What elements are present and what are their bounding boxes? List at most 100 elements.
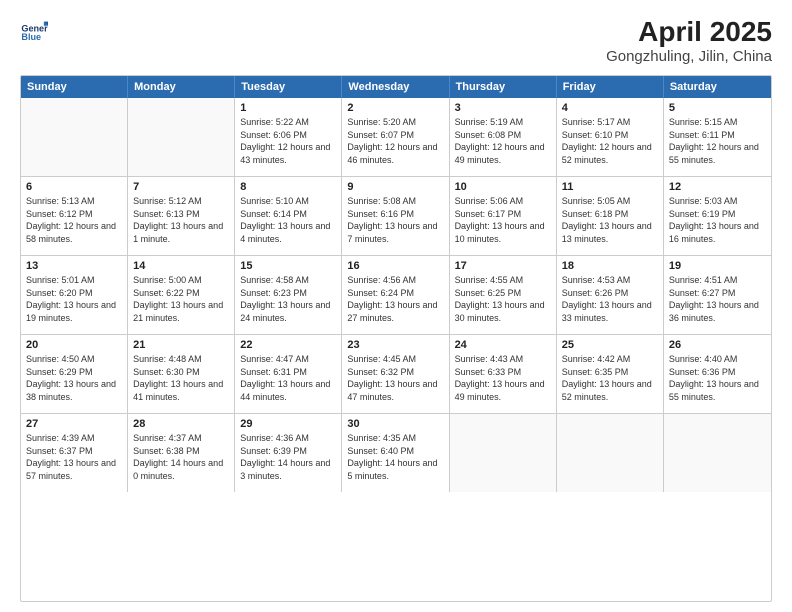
day-number: 2 <box>347 102 443 114</box>
day-info: Sunrise: 5:19 AM Sunset: 6:08 PM Dayligh… <box>455 116 551 166</box>
day-info: Sunrise: 5:08 AM Sunset: 6:16 PM Dayligh… <box>347 195 443 245</box>
day-info: Sunrise: 4:50 AM Sunset: 6:29 PM Dayligh… <box>26 353 122 403</box>
day-info: Sunrise: 5:12 AM Sunset: 6:13 PM Dayligh… <box>133 195 229 245</box>
calendar-cell-w3-d3: 15 Sunrise: 4:58 AM Sunset: 6:23 PM Dayli… <box>235 256 342 334</box>
calendar-cell-w1-d3: 1 Sunrise: 5:22 AM Sunset: 6:06 PM Daylig… <box>235 98 342 176</box>
calendar-cell-w2-d2: 7 Sunrise: 5:12 AM Sunset: 6:13 PM Daylig… <box>128 177 235 255</box>
calendar-week-4: 20 Sunrise: 4:50 AM Sunset: 6:29 PM Dayli… <box>21 335 771 414</box>
calendar-cell-w4-d7: 26 Sunrise: 4:40 AM Sunset: 6:36 PM Dayli… <box>664 335 771 413</box>
dow-sunday: Sunday <box>21 76 128 98</box>
day-number: 4 <box>562 102 658 114</box>
day-info: Sunrise: 5:17 AM Sunset: 6:10 PM Dayligh… <box>562 116 658 166</box>
page-title: April 2025 <box>606 16 772 48</box>
dow-saturday: Saturday <box>664 76 771 98</box>
calendar-cell-w2-d7: 12 Sunrise: 5:03 AM Sunset: 6:19 PM Dayli… <box>664 177 771 255</box>
day-number: 8 <box>240 181 336 193</box>
day-info: Sunrise: 5:10 AM Sunset: 6:14 PM Dayligh… <box>240 195 336 245</box>
calendar-week-2: 6Sunrise: 5:13 AM Sunset: 6:12 PM Daylig… <box>21 177 771 256</box>
day-number: 20 <box>26 339 122 351</box>
calendar-cell-w5-d5 <box>450 414 557 492</box>
day-number: 13 <box>26 260 122 272</box>
calendar-cell-w5-d1: 27Sunrise: 4:39 AM Sunset: 6:37 PM Dayli… <box>21 414 128 492</box>
day-info: Sunrise: 5:00 AM Sunset: 6:22 PM Dayligh… <box>133 274 229 324</box>
day-info: Sunrise: 4:53 AM Sunset: 6:26 PM Dayligh… <box>562 274 658 324</box>
page-header: General Blue April 2025 Gongzhuling, Jil… <box>20 16 772 65</box>
calendar-cell-w4-d2: 21 Sunrise: 4:48 AM Sunset: 6:30 PM Dayli… <box>128 335 235 413</box>
day-number: 24 <box>455 339 551 351</box>
day-number: 14 <box>133 260 229 272</box>
calendar-cell-w3-d7: 19 Sunrise: 4:51 AM Sunset: 6:27 PM Dayli… <box>664 256 771 334</box>
logo: General Blue <box>20 16 48 44</box>
day-number: 12 <box>669 181 766 193</box>
day-info: Sunrise: 4:39 AM Sunset: 6:37 PM Dayligh… <box>26 432 122 482</box>
day-info: Sunrise: 5:20 AM Sunset: 6:07 PM Dayligh… <box>347 116 443 166</box>
day-info: Sunrise: 4:51 AM Sunset: 6:27 PM Dayligh… <box>669 274 766 324</box>
day-info: Sunrise: 4:36 AM Sunset: 6:39 PM Dayligh… <box>240 432 336 482</box>
calendar-cell-w2-d1: 6Sunrise: 5:13 AM Sunset: 6:12 PM Daylig… <box>21 177 128 255</box>
day-info: Sunrise: 4:58 AM Sunset: 6:23 PM Dayligh… <box>240 274 336 324</box>
day-number: 19 <box>669 260 766 272</box>
calendar-cell-w3-d2: 14 Sunrise: 5:00 AM Sunset: 6:22 PM Dayli… <box>128 256 235 334</box>
day-number: 17 <box>455 260 551 272</box>
day-number: 23 <box>347 339 443 351</box>
title-block: April 2025 Gongzhuling, Jilin, China <box>606 16 772 65</box>
calendar-cell-w1-d4: 2 Sunrise: 5:20 AM Sunset: 6:07 PM Daylig… <box>342 98 449 176</box>
day-number: 10 <box>455 181 551 193</box>
day-info: Sunrise: 5:01 AM Sunset: 6:20 PM Dayligh… <box>26 274 122 324</box>
day-number: 7 <box>133 181 229 193</box>
calendar-cell-w4-d5: 24 Sunrise: 4:43 AM Sunset: 6:33 PM Dayli… <box>450 335 557 413</box>
day-info: Sunrise: 4:45 AM Sunset: 6:32 PM Dayligh… <box>347 353 443 403</box>
day-info: Sunrise: 4:35 AM Sunset: 6:40 PM Dayligh… <box>347 432 443 482</box>
calendar-cell-w4-d4: 23 Sunrise: 4:45 AM Sunset: 6:32 PM Dayli… <box>342 335 449 413</box>
calendar-cell-w2-d4: 9 Sunrise: 5:08 AM Sunset: 6:16 PM Daylig… <box>342 177 449 255</box>
calendar-cell-w5-d6 <box>557 414 664 492</box>
calendar: Sunday Monday Tuesday Wednesday Thursday… <box>20 75 772 602</box>
calendar-cell-w1-d5: 3 Sunrise: 5:19 AM Sunset: 6:08 PM Daylig… <box>450 98 557 176</box>
day-number: 11 <box>562 181 658 193</box>
calendar-cell-w5-d4: 30Sunrise: 4:35 AM Sunset: 6:40 PM Dayli… <box>342 414 449 492</box>
day-number: 16 <box>347 260 443 272</box>
day-number: 1 <box>240 102 336 114</box>
dow-wednesday: Wednesday <box>342 76 449 98</box>
calendar-cell-w2-d3: 8 Sunrise: 5:10 AM Sunset: 6:14 PM Daylig… <box>235 177 342 255</box>
calendar-week-1: 1 Sunrise: 5:22 AM Sunset: 6:06 PM Daylig… <box>21 98 771 177</box>
day-info: Sunrise: 5:15 AM Sunset: 6:11 PM Dayligh… <box>669 116 766 166</box>
calendar-cell-w5-d7 <box>664 414 771 492</box>
day-info: Sunrise: 5:05 AM Sunset: 6:18 PM Dayligh… <box>562 195 658 245</box>
day-info: Sunrise: 4:42 AM Sunset: 6:35 PM Dayligh… <box>562 353 658 403</box>
day-number: 3 <box>455 102 551 114</box>
day-info: Sunrise: 4:48 AM Sunset: 6:30 PM Dayligh… <box>133 353 229 403</box>
day-number: 29 <box>240 418 336 430</box>
calendar-cell-w2-d5: 10 Sunrise: 5:06 AM Sunset: 6:17 PM Dayli… <box>450 177 557 255</box>
calendar-cell-w1-d7: 5 Sunrise: 5:15 AM Sunset: 6:11 PM Daylig… <box>664 98 771 176</box>
dow-thursday: Thursday <box>450 76 557 98</box>
calendar-body: 1 Sunrise: 5:22 AM Sunset: 6:06 PM Daylig… <box>21 98 771 492</box>
day-number: 9 <box>347 181 443 193</box>
dow-tuesday: Tuesday <box>235 76 342 98</box>
day-number: 5 <box>669 102 766 114</box>
day-number: 21 <box>133 339 229 351</box>
day-number: 15 <box>240 260 336 272</box>
day-number: 28 <box>133 418 229 430</box>
day-info: Sunrise: 4:40 AM Sunset: 6:36 PM Dayligh… <box>669 353 766 403</box>
calendar-cell-w1-d2 <box>128 98 235 176</box>
day-number: 18 <box>562 260 658 272</box>
dow-friday: Friday <box>557 76 664 98</box>
calendar-cell-w1-d1 <box>21 98 128 176</box>
logo-icon: General Blue <box>20 16 48 44</box>
day-info: Sunrise: 4:56 AM Sunset: 6:24 PM Dayligh… <box>347 274 443 324</box>
calendar-week-5: 27Sunrise: 4:39 AM Sunset: 6:37 PM Dayli… <box>21 414 771 492</box>
day-info: Sunrise: 5:03 AM Sunset: 6:19 PM Dayligh… <box>669 195 766 245</box>
day-info: Sunrise: 5:22 AM Sunset: 6:06 PM Dayligh… <box>240 116 336 166</box>
day-info: Sunrise: 4:37 AM Sunset: 6:38 PM Dayligh… <box>133 432 229 482</box>
day-number: 26 <box>669 339 766 351</box>
page-subtitle: Gongzhuling, Jilin, China <box>606 48 772 65</box>
calendar-cell-w3-d6: 18 Sunrise: 4:53 AM Sunset: 6:26 PM Dayli… <box>557 256 664 334</box>
day-info: Sunrise: 4:47 AM Sunset: 6:31 PM Dayligh… <box>240 353 336 403</box>
day-number: 6 <box>26 181 122 193</box>
calendar-cell-w4-d3: 22Sunrise: 4:47 AM Sunset: 6:31 PM Dayli… <box>235 335 342 413</box>
day-number: 25 <box>562 339 658 351</box>
day-info: Sunrise: 5:06 AM Sunset: 6:17 PM Dayligh… <box>455 195 551 245</box>
day-info: Sunrise: 4:43 AM Sunset: 6:33 PM Dayligh… <box>455 353 551 403</box>
calendar-cell-w3-d5: 17Sunrise: 4:55 AM Sunset: 6:25 PM Dayli… <box>450 256 557 334</box>
